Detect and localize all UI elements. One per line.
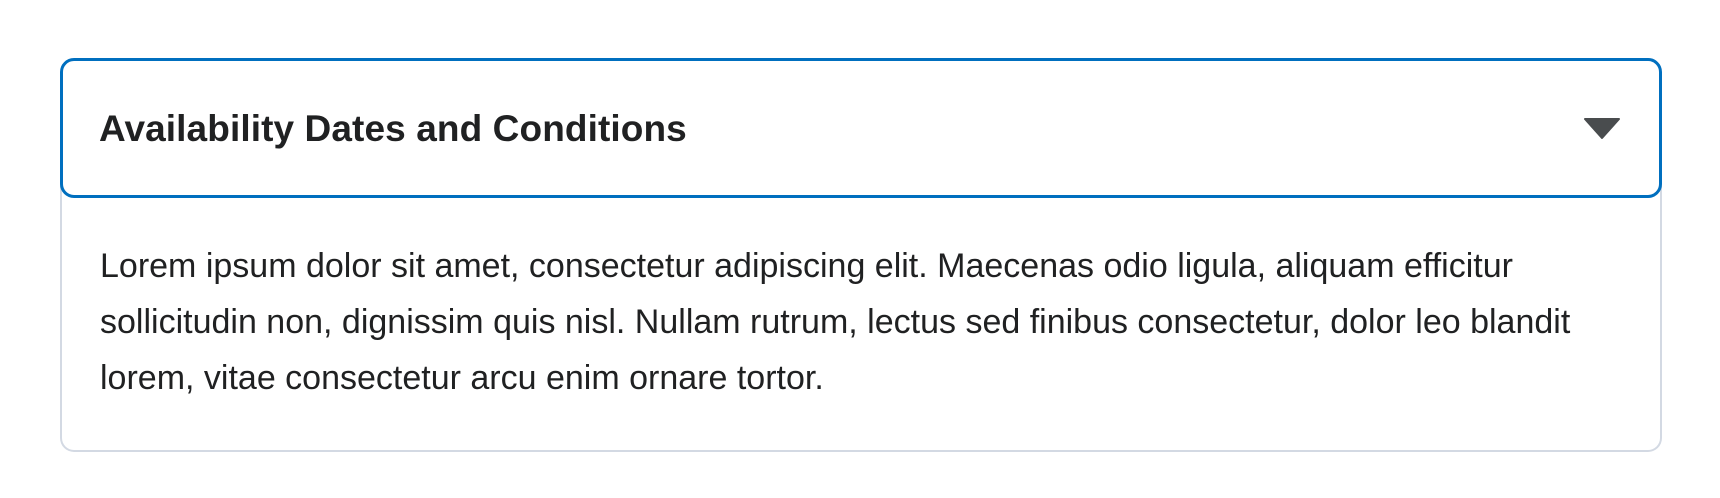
collapsible-body-text: Lorem ipsum dolor sit amet, consectetur … bbox=[100, 247, 1571, 397]
chevron-down-icon[interactable] bbox=[1583, 116, 1621, 140]
collapsible-title: Availability Dates and Conditions bbox=[99, 108, 687, 149]
collapsible-header[interactable]: Availability Dates and Conditions bbox=[60, 58, 1662, 198]
collapsible-panel-availability: Availability Dates and Conditions Lorem … bbox=[60, 58, 1662, 452]
collapsible-content: Lorem ipsum dolor sit amet, consectetur … bbox=[60, 182, 1662, 452]
chevron-down-icon-svg bbox=[1584, 118, 1620, 139]
